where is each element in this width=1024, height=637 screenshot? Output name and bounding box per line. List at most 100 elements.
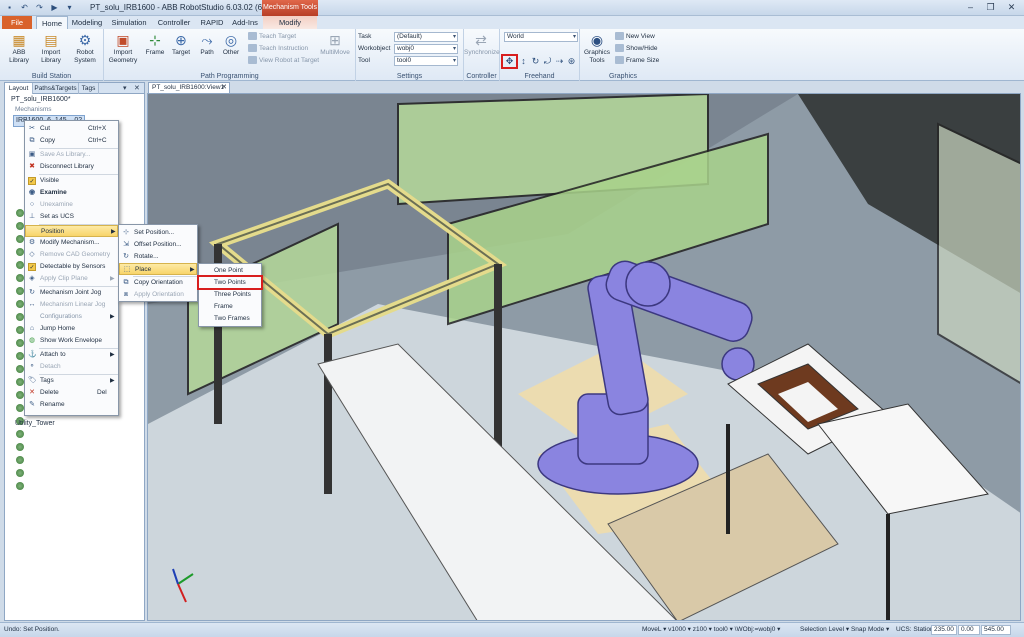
tab-rapid[interactable]: RAPID xyxy=(197,16,227,29)
synchronize-button[interactable]: ⇄ Synchronize xyxy=(464,32,500,57)
station-node[interactable]: PT_solu_IRB1600* xyxy=(11,95,71,105)
cad-icon: ◇ xyxy=(29,251,35,258)
play-icon[interactable]: ▶ xyxy=(49,2,60,13)
workobject-label: Workobject xyxy=(358,45,391,52)
menu-item-detach[interactable]: ⚬ Detach xyxy=(25,361,118,373)
menu-item-two-frames[interactable]: Two Frames xyxy=(199,313,261,325)
menu-item-rotate[interactable]: ↻ Rotate... xyxy=(119,251,197,263)
view-robot-at-target-button[interactable]: View Robot at Target xyxy=(248,56,319,66)
freehand-move-icon[interactable]: ↕ xyxy=(518,56,529,67)
tab-layout[interactable]: Layout xyxy=(5,83,33,94)
tool-dropdown[interactable]: tool0 xyxy=(394,56,458,66)
freehand-multi-robot-icon[interactable]: ⊛ xyxy=(566,56,577,67)
other-label: Other xyxy=(222,49,240,56)
coord-z[interactable]: 545.00 xyxy=(981,625,1011,635)
menu-item-tags[interactable]: 🏷 Tags ▶ xyxy=(25,375,118,387)
abb-library-button[interactable]: ▦ ABB Library xyxy=(2,32,36,65)
document-tab-label: PT_solu_IRB1600:View1 xyxy=(152,84,225,91)
tree-item-utility-tower[interactable]: Utility_Tower xyxy=(15,419,55,429)
new-view-button[interactable]: New View xyxy=(615,32,655,42)
menu-item-examine[interactable]: ◉ Examine xyxy=(25,187,118,199)
set-position-icon: ⊹ xyxy=(123,229,129,236)
menu-item-mechanism-linear-jog[interactable]: ↔ Mechanism Linear Jog xyxy=(25,299,118,311)
frame-size-button[interactable]: Frame Size xyxy=(615,56,659,66)
component-icon xyxy=(16,287,24,295)
freehand-rotate-icon[interactable]: ↻ xyxy=(530,56,541,67)
freehand-jog-linear-icon[interactable]: ⇢ xyxy=(554,56,565,67)
menu-item-frame[interactable]: Frame xyxy=(199,301,261,313)
menu-item-offset-position[interactable]: ⇲ Offset Position... xyxy=(119,239,197,251)
menu-item-mechanism-joint-jog[interactable]: ↻ Mechanism Joint Jog xyxy=(25,287,118,299)
document-tab-view1[interactable]: PT_solu_IRB1600:View1 ✕ xyxy=(148,82,230,93)
component-icon xyxy=(16,443,24,451)
menu-item-set-as-ucs[interactable]: ⊥ Set as UCS xyxy=(25,211,118,223)
detach-icon: ⚬ xyxy=(29,363,35,370)
menu-item-delete[interactable]: ✕ Delete Del xyxy=(25,387,118,399)
tab-file[interactable]: File xyxy=(2,16,32,29)
maximize-button[interactable]: ❐ xyxy=(982,1,999,14)
menu-item-modify-mechanism[interactable]: ⚙ Modify Mechanism... xyxy=(25,237,118,249)
menu-item-rename[interactable]: ✎ Rename xyxy=(25,399,118,411)
menu-item-show-work-envelope[interactable]: ◍ Show Work Envelope xyxy=(25,335,118,347)
menu-item-apply-orientation[interactable]: ⧈ Apply Orientation xyxy=(119,289,197,301)
menu-item-disconnect-library[interactable]: ✖ Disconnect Library xyxy=(25,161,118,173)
menu-item-visible[interactable]: ✓ Visible xyxy=(25,175,118,187)
import-geometry-label: Import Geometry xyxy=(108,49,138,64)
import-geometry-button[interactable]: ▣ Import Geometry xyxy=(106,32,140,65)
tab-modify[interactable]: Modify xyxy=(263,16,317,29)
tab-tags[interactable]: Tags xyxy=(79,83,99,94)
workobject-dropdown[interactable]: wobj0 xyxy=(394,44,458,54)
redo-icon[interactable]: ↷ xyxy=(34,2,45,13)
menu-item-cut[interactable]: ✂ Cut Ctrl+X xyxy=(25,123,118,135)
menu-item-apply-clip-plane[interactable]: ◈ Apply Clip Plane ▶ xyxy=(25,273,118,285)
graphics-tools-button[interactable]: ◉ Graphics Tools xyxy=(580,32,614,65)
robot-system-button[interactable]: ⚙ Robot System xyxy=(68,32,102,65)
panel-pin-icon[interactable]: ▾ xyxy=(123,84,127,92)
close-window-button[interactable]: ✕ xyxy=(1003,1,1020,14)
teach-instruction-button[interactable]: Teach Instruction xyxy=(248,44,308,54)
tab-add-ins[interactable]: Add-Ins xyxy=(229,16,261,29)
freehand-jog-joint-icon[interactable]: ⤾ xyxy=(542,56,553,67)
multimove-button[interactable]: ⊞ MultiMove xyxy=(318,32,352,57)
teach-target-button[interactable]: Teach Target xyxy=(248,32,296,42)
coord-y[interactable]: 0.00 xyxy=(958,625,980,635)
reference-dropdown[interactable]: World xyxy=(504,32,578,42)
menu-item-configurations[interactable]: Configurations ▶ xyxy=(25,311,118,323)
menu-item-set-position[interactable]: ⊹ Set Position... xyxy=(119,227,197,239)
show-hide-button[interactable]: Show/Hide xyxy=(615,44,657,54)
3d-viewport[interactable] xyxy=(147,93,1021,621)
import-library-button[interactable]: ▤ Import Library xyxy=(34,32,68,65)
task-dropdown[interactable]: (Default) xyxy=(394,32,458,42)
scissors-icon: ✂ xyxy=(29,125,35,132)
library-icon: ▣ xyxy=(28,151,36,158)
menu-item-save-as-library[interactable]: ▣ Save As Library... xyxy=(25,149,118,161)
panel-close-icon[interactable]: ✕ xyxy=(134,84,140,92)
menu-item-three-points[interactable]: Three Points xyxy=(199,289,261,301)
menu-item-position[interactable]: Position ▶ xyxy=(25,225,118,237)
show-hide-icon xyxy=(615,44,624,53)
tab-controller[interactable]: Controller xyxy=(153,16,195,29)
customize-icon[interactable]: ▾ xyxy=(64,2,75,13)
tab-modeling[interactable]: Modeling xyxy=(69,16,105,29)
undo-icon[interactable]: ↶ xyxy=(19,2,30,13)
other-button[interactable]: ◎ Other xyxy=(214,32,248,57)
tab-home[interactable]: Home xyxy=(36,16,68,29)
menu-item-unexamine[interactable]: ○ Unexamine xyxy=(25,199,118,211)
close-tab-icon[interactable]: ✕ xyxy=(221,83,227,93)
menu-item-copy-orientation[interactable]: ⧉ Copy Orientation xyxy=(119,277,197,289)
tab-paths-targets[interactable]: Paths&Targets xyxy=(33,83,79,94)
menu-item-attach-to[interactable]: ⚓ Attach to ▶ xyxy=(25,349,118,361)
menu-item-remove-cad-geometry[interactable]: ◇ Remove CAD Geometry xyxy=(25,249,118,261)
instruction-template[interactable]: MoveL ▾ v1000 ▾ z100 ▾ tool0 ▾ \WObj:=wo… xyxy=(642,625,780,635)
minimize-button[interactable]: – xyxy=(962,1,979,14)
component-icon xyxy=(16,235,24,243)
save-icon[interactable]: ▪ xyxy=(4,2,15,13)
selection-level[interactable]: Selection Level ▾ Snap Mode ▾ xyxy=(800,625,889,635)
coord-x[interactable]: 235.00 xyxy=(931,625,957,635)
menu-item-place[interactable]: ⬚ Place ▶ xyxy=(119,263,197,275)
tab-simulation[interactable]: Simulation xyxy=(107,16,151,29)
menu-item-copy[interactable]: ⧉ Copy Ctrl+C xyxy=(25,135,118,147)
component-icon xyxy=(16,378,24,386)
menu-item-jump-home[interactable]: ⌂ Jump Home xyxy=(25,323,118,335)
menu-item-detectable-by-sensors[interactable]: ✓ Detectable by Sensors xyxy=(25,261,118,273)
